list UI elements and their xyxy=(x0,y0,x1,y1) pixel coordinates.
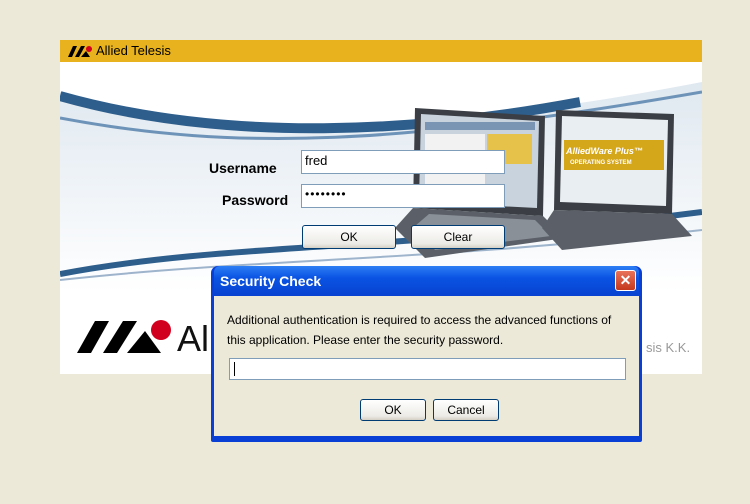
laptop-screen-line1: AlliedWare Plus™ xyxy=(565,146,643,156)
close-icon[interactable]: ✕ xyxy=(615,270,636,291)
brand-bar: Allied Telesis xyxy=(60,40,702,62)
allied-telesis-logo-large-icon xyxy=(77,320,171,353)
footer-brand-text: Al xyxy=(177,318,210,359)
text-caret xyxy=(234,362,235,376)
login-ok-button[interactable]: OK xyxy=(302,225,396,249)
security-password-input[interactable] xyxy=(229,358,626,380)
password-field[interactable]: •••••••• xyxy=(301,184,505,208)
dialog-cancel-button[interactable]: Cancel xyxy=(433,399,499,421)
brand-name: Allied Telesis xyxy=(96,43,171,58)
username-label: Username xyxy=(209,160,277,176)
dialog-ok-button[interactable]: OK xyxy=(360,399,426,421)
dialog-title: Security Check xyxy=(220,273,322,289)
laptop-screen-line2: OPERATING SYSTEM xyxy=(570,160,632,166)
allied-telesis-logo-icon xyxy=(68,45,92,57)
copyright-text: sis K.K. xyxy=(646,340,691,355)
laptop-graphic-right: AlliedWare Plus™ OPERATING SYSTEM xyxy=(542,110,692,250)
security-check-dialog: Security Check ✕ Additional authenticati… xyxy=(211,266,642,442)
dialog-message: Additional authentication is required to… xyxy=(227,313,612,347)
dialog-body: Additional authentication is required to… xyxy=(214,296,639,436)
password-label: Password xyxy=(222,192,289,208)
dialog-title-bar[interactable]: Security Check ✕ xyxy=(214,266,639,296)
username-field[interactable]: fred xyxy=(301,150,505,174)
clear-button[interactable]: Clear xyxy=(411,225,505,249)
brand-small: Allied Telesis xyxy=(68,43,171,58)
